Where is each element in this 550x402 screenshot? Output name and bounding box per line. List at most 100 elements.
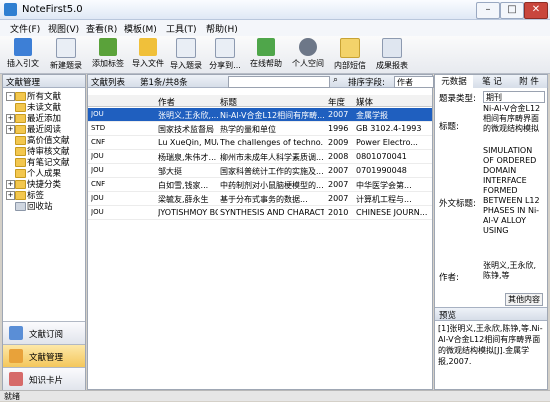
table-row[interactable]: CNF Lu XueQin, MUA... The challenges of … bbox=[88, 136, 432, 150]
table-row[interactable]: CNF 白如雪,钱家... 中药制剂对小鼠脑梗模型的... 2007 中华医学会… bbox=[88, 178, 432, 192]
folder-icon bbox=[139, 38, 157, 56]
tab-metadata[interactable]: 元数据 bbox=[435, 75, 474, 88]
title-label: 标题: bbox=[439, 122, 459, 132]
table-row[interactable]: JOU 杨瑞泉,朱伟才... 柳州市未成年人科学素质调... 2008 0801… bbox=[88, 150, 432, 164]
folder-icon bbox=[15, 191, 26, 200]
search-icon[interactable]: ⌕ bbox=[333, 75, 338, 85]
tree-item-quick-category[interactable]: + 快捷分类 bbox=[3, 178, 85, 190]
table-row[interactable]: JOU JYOTISHMOY BO... SYNTHESIS AND CHARA… bbox=[88, 206, 432, 220]
menu-view[interactable]: 视图(V) bbox=[48, 22, 79, 35]
menu-bar: 文件(F) 视图(V) 查看(R) 模板(M) 工具(T) 帮助(H) bbox=[0, 20, 550, 36]
table-row[interactable]: JOU 梁毓友,薛永生 基于分布式事务的数据... 2007 计算机工程与... bbox=[88, 192, 432, 206]
table-row[interactable]: STD 国家技术监督局 热学的量和单位 1996 GB 3102.4-1993 bbox=[88, 122, 432, 136]
status-bar: 就绪 bbox=[0, 390, 550, 401]
new-record-button[interactable]: 新建题录 bbox=[46, 38, 86, 72]
page-info: 第1条/共8条 bbox=[140, 78, 188, 88]
col-title[interactable]: 标题 bbox=[220, 96, 237, 108]
alt-title-field[interactable]: SIMULATION OF ORDERED DOMAIN INTERFACE F… bbox=[483, 146, 541, 266]
tree-item-recent-read[interactable]: + 最近阅读 bbox=[3, 123, 85, 135]
title-bar: NoteFirst5.0 – □ ✕ bbox=[0, 0, 550, 20]
nav-knowledge-card-button[interactable]: 知识卡片 bbox=[3, 367, 85, 390]
sort-label: 排序字段: bbox=[348, 78, 385, 88]
more-content-button[interactable]: 其他内容 bbox=[505, 293, 543, 306]
col-media[interactable]: 媒体 bbox=[356, 96, 373, 108]
title-field[interactable]: Ni-Al-V合金L12相间有序畴界面的微观结构模拟 bbox=[483, 104, 541, 144]
menu-file[interactable]: 文件(F) bbox=[10, 22, 40, 35]
list-label: 文献列表 bbox=[91, 78, 126, 88]
record-type-label: 题录类型: bbox=[439, 94, 476, 104]
expand-icon[interactable]: + bbox=[6, 180, 15, 189]
tree-item-pending-review[interactable]: 待审核文献 bbox=[3, 145, 85, 157]
online-help-button[interactable]: 在线帮助 bbox=[246, 38, 286, 72]
tree-item-all[interactable]: - 所有文献 bbox=[3, 90, 85, 102]
record-type-select[interactable]: 期刊 bbox=[483, 91, 545, 103]
col-year[interactable]: 年度 bbox=[328, 96, 345, 108]
tree-item-recent-added[interactable]: + 最近添加 bbox=[3, 112, 85, 124]
folder-icon bbox=[15, 114, 26, 123]
list-header-bar: 文献列表 第1条/共8条 ⌕ 排序字段: 作者 bbox=[88, 75, 434, 88]
preview-text: [1]张明义,王永欣,陈铮,等.Ni-Al-V合金L12相间有序畴界面的微观结构… bbox=[438, 324, 543, 366]
expand-icon[interactable]: + bbox=[6, 191, 15, 200]
folder-icon bbox=[15, 180, 26, 189]
achievement-report-button[interactable]: 成果报表 bbox=[372, 38, 412, 72]
menu-read[interactable]: 查看(R) bbox=[86, 22, 117, 35]
share-button[interactable]: 分享到... bbox=[206, 38, 244, 72]
recycle-bin-icon bbox=[15, 202, 26, 211]
tag-icon bbox=[99, 38, 117, 56]
toolbar: 插入引文 新建题录 添加标签 导入文件 导入题录 分享到... 在线帮助 个人空… bbox=[0, 36, 550, 74]
new-record-icon bbox=[56, 38, 76, 58]
alt-title-label: 外文标题: bbox=[439, 199, 476, 209]
minimize-button[interactable]: – bbox=[476, 2, 500, 19]
tree-item-with-notes[interactable]: 有笔记文献 bbox=[3, 156, 85, 168]
author-field[interactable]: 张明义,王永欣,陈铮,等 bbox=[483, 261, 541, 291]
card-icon bbox=[9, 372, 23, 386]
search-input[interactable] bbox=[228, 76, 330, 88]
collapse-icon[interactable]: - bbox=[6, 92, 15, 101]
col-author[interactable]: 作者 bbox=[158, 96, 175, 108]
grid-header: 作者 标题 年度 媒体 bbox=[88, 95, 432, 108]
tab-notes[interactable]: 笔 记 bbox=[473, 75, 512, 88]
folder-icon bbox=[15, 125, 26, 134]
expand-icon[interactable]: + bbox=[6, 125, 15, 134]
table-row[interactable]: JOU 邹大挺 国家科普统计工作的实施及... 2007 0701990048 bbox=[88, 164, 432, 178]
menu-help[interactable]: 帮助(H) bbox=[206, 22, 238, 35]
right-panel: 元数据 笔 记 附 件 题录类型: 期刊 标题: Ni-Al-V合金L12相间有… bbox=[434, 74, 548, 390]
message-icon bbox=[340, 38, 360, 58]
import-file-button[interactable]: 导入文件 bbox=[130, 38, 166, 72]
tree-item-unread[interactable]: 未读文献 bbox=[3, 101, 85, 113]
folder-icon bbox=[15, 169, 26, 178]
menu-template[interactable]: 模板(M) bbox=[124, 22, 157, 35]
app-icon bbox=[4, 3, 17, 16]
library-icon bbox=[9, 349, 23, 363]
tab-attachments[interactable]: 附 件 bbox=[511, 75, 548, 88]
folder-icon bbox=[15, 136, 26, 145]
share-icon bbox=[215, 38, 235, 58]
close-button[interactable]: ✕ bbox=[524, 2, 548, 19]
folder-icon bbox=[15, 147, 26, 156]
tree-item-personal-results[interactable]: 个人成果 bbox=[3, 167, 85, 179]
maximize-button[interactable]: □ bbox=[500, 2, 524, 19]
expand-icon[interactable]: + bbox=[6, 114, 15, 123]
menu-tools[interactable]: 工具(T) bbox=[166, 22, 197, 35]
tree-item-recycle-bin[interactable]: 回收站 bbox=[3, 200, 85, 212]
insert-citation-button[interactable]: 插入引文 bbox=[6, 38, 40, 72]
nav-literature-management-button[interactable]: 文献管理 bbox=[3, 344, 85, 367]
personal-space-button[interactable]: 个人空间 bbox=[288, 38, 328, 72]
import-record-button[interactable]: 导入题录 bbox=[168, 38, 204, 72]
tree-item-tags[interactable]: + 标签 bbox=[3, 189, 85, 201]
insert-citation-icon bbox=[14, 38, 32, 56]
tree-item-high-value[interactable]: 高价值文献 bbox=[3, 134, 85, 146]
sort-field-select[interactable]: 作者 bbox=[394, 76, 434, 88]
table-row[interactable]: JOU 张明义,王永欣,... Ni-Al-V合金L12相间有序畴... 200… bbox=[88, 108, 432, 122]
add-tag-button[interactable]: 添加标签 bbox=[88, 38, 128, 72]
left-panel: 文献管理 - 所有文献 未读文献 + 最近添加 + 最近阅读 高价值文献 待审核… bbox=[2, 74, 86, 390]
center-panel: 文献列表 第1条/共8条 ⌕ 排序字段: 作者 作者 标题 年度 媒体 JOU … bbox=[87, 74, 434, 390]
left-panel-header: 文献管理 bbox=[3, 75, 85, 88]
nav-subscribe-button[interactable]: 文献订阅 bbox=[3, 321, 85, 344]
help-icon bbox=[257, 38, 275, 56]
folder-icon bbox=[15, 158, 26, 167]
window-title: NoteFirst5.0 bbox=[22, 4, 83, 15]
internal-message-button[interactable]: 内部短信 bbox=[330, 38, 370, 72]
author-label: 作者: bbox=[439, 273, 459, 283]
user-icon bbox=[299, 38, 317, 56]
